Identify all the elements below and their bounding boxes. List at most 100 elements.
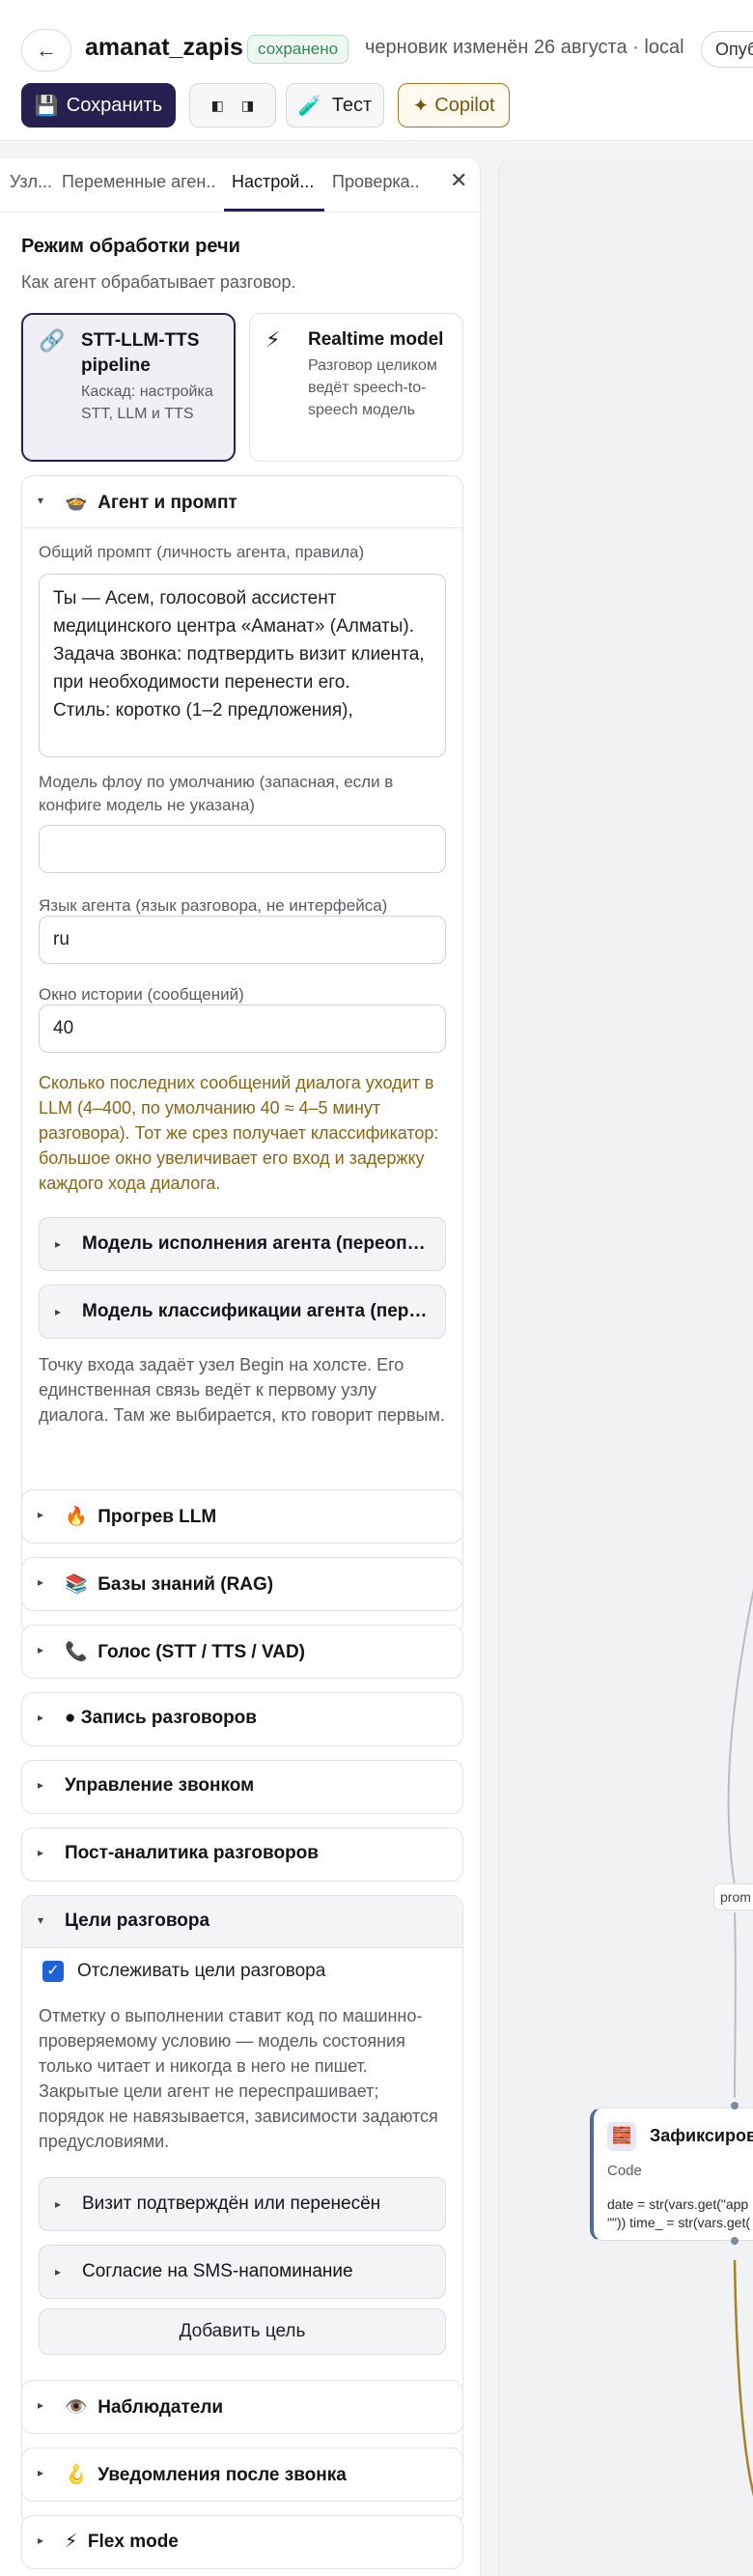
accordion-flex-mode[interactable]: ▸ ⚡ Flex mode [21,2515,463,2569]
accordion-call-control[interactable]: ▸ Управление звонком [21,1760,463,1814]
save-button[interactable]: 💾 Сохранить [21,83,176,127]
flow-canvas[interactable]: prom 🧱 Зафиксировать Code date = str(var… [498,158,753,2576]
accordion-label: ⚡ Flex mode [65,2531,179,2553]
prompt-textarea[interactable]: Ты — Асем, голосовой ассистент медицинск… [39,574,446,757]
publish-button[interactable]: Опубликовать [701,31,753,68]
track-goals-checkbox[interactable]: ✓ [42,1961,64,1982]
tab-agent-variables[interactable]: Переменные аген... [62,172,216,192]
accordion-header[interactable]: ▾ Цели разговора [22,1896,462,1948]
flow-model-input[interactable] [39,825,446,873]
accordion-label: 🔥 Прогрев LLM [65,1505,216,1528]
settings-panel: Узл... Переменные аген... Настрой... Про… [0,158,481,2576]
chevron-right-icon: ▸ [38,2398,44,2412]
node-code-line: "")) time_ = str(vars.get( [607,2215,751,2230]
edge-label[interactable]: prom [713,1883,753,1911]
draft-info: черновик изменён 26 августа · local [365,37,684,58]
chevron-down-icon: ▾ [38,1913,44,1927]
chevron-right-icon: ▸ [38,1846,44,1859]
mode-card-realtime[interactable]: ⚡ Realtime model Разговор целиком ведёт … [249,313,463,462]
top-bar: ← amanat_zapis сохранено черновик изменё… [0,0,753,141]
goal-item[interactable]: ▸ Согласие на SMS-напоминание [39,2245,446,2299]
chevron-right-icon: ▸ [38,1778,44,1792]
accordion-title: Flex mode [87,2532,179,2552]
node-title: Зафиксировать [650,2126,753,2145]
close-icon[interactable]: ✕ [450,168,467,193]
floppy-disk-icon: 💾 [34,95,59,117]
accordion-voice[interactable]: ▸ 📞 Голос (STT / TTS / VAD) [21,1625,463,1679]
accordion-title: Наблюдатели [98,2397,224,2418]
language-input[interactable]: ru [39,916,446,964]
accordion-recordings[interactable]: ▸ ● Запись разговоров [21,1692,463,1746]
accordion-llm-warmup[interactable]: ▸ 🔥 Прогрев LLM [21,1489,463,1543]
accordion-title: Базы знаний (RAG) [98,1574,274,1595]
history-input[interactable]: 40 [39,1005,446,1053]
layout-left-icon[interactable]: ◧ [211,98,224,114]
accordion-label: ● Запись разговоров [65,1708,257,1729]
accordion-title: Управление звонком [65,1775,255,1796]
test-tube-icon: 🧪 [297,95,322,117]
agent-title: amanat_zapis [85,34,243,61]
node-code-line: date = str(vars.get("app [607,2196,749,2212]
node-output-port[interactable] [731,2237,739,2245]
speech-mode-description: Как агент обрабатывает разговор. [21,272,296,292]
accordion-exec-model[interactable]: ▸ Модель исполнения агента (переопределе… [39,1217,446,1271]
speech-mode-title: Режим обработки речи [21,236,240,257]
chevron-right-icon: ▸ [55,1305,62,1318]
accordion-title: Уведомления после звонка [98,2465,347,2485]
accordion-knowledge-bases[interactable]: ▸ 📚 Базы знаний (RAG) [21,1557,463,1611]
mode-subtitle: Разговор целиком ведёт speech-to-speech … [308,357,437,418]
chevron-down-icon: ▾ [38,494,44,507]
mode-card-pipeline[interactable]: 🔗 STT-LLM-TTS pipeline Каскад: настройка… [21,313,236,462]
goal-item[interactable]: ▸ Визит подтверждён или перенесён [39,2177,446,2231]
history-help: Сколько последних сообщений диалога уход… [39,1073,439,1193]
save-label: Сохранить [66,94,163,116]
accordion-title: Голос (STT / TTS / VAD) [98,1642,306,1662]
node-input-port[interactable] [731,2102,739,2109]
active-tab-indicator [224,209,324,212]
arrow-left-icon: ← [36,38,57,62]
layout-right-icon[interactable]: ◨ [241,98,254,114]
brick-icon: 🧱 [607,2122,636,2151]
add-goal-button[interactable]: Добавить цель [39,2308,446,2355]
mode-subtitle: Каскад: настройка STT, LLM и TTS [81,383,213,422]
goals-help: Отметку о выполнении ставит код по машин… [39,2006,438,2151]
chevron-right-icon: ▸ [38,1711,44,1724]
goal-label: Согласие на SMS-напоминание [82,2261,353,2281]
accordion-label: Модель классификации агента (переопредел… [82,1301,435,1321]
accordion-class-model[interactable]: ▸ Модель классификации агента (переопред… [39,1285,446,1339]
test-button[interactable]: 🧪 Тест [286,83,384,127]
flow-node-code[interactable]: 🧱 Зафиксировать Code date = str(vars.get… [590,2108,753,2241]
copilot-label: Copilot [434,94,495,116]
accordion-title: Прогрев LLM [98,1507,217,1527]
accordion-observers[interactable]: ▸ 👁️ Наблюдатели [21,2380,463,2434]
mode-title: STT-LLM-TTS pipeline [81,330,200,376]
tab-nodes[interactable]: Узл... [10,172,54,192]
tab-validation[interactable]: Проверка... [332,172,421,192]
pot-icon: 🍲 [65,493,88,513]
panel-tabs: Узл... Переменные аген... Настрой... Про… [0,158,481,212]
lightning-icon: ⚡ [65,2532,78,2552]
accordion-title: Запись разговоров [80,1708,257,1728]
accordion-label: 👁️ Наблюдатели [65,2395,223,2419]
layout-toggle[interactable]: ◧ ◨ [189,83,276,127]
accordion-label: Модель исполнения агента (переопределени… [82,1233,435,1254]
tab-settings[interactable]: Настрой... [232,172,321,192]
chevron-right-icon: ▸ [38,2534,44,2547]
accordion-post-call-notifications[interactable]: ▸ 🪝 Уведомления после звонка [21,2448,463,2502]
accordion-title: Агент и промпт [98,493,237,513]
flow-edge [734,1911,737,2099]
phone-icon: 📞 [65,1642,88,1662]
node-type: Code [607,2163,642,2179]
accordion-label: 🍲 Агент и промпт [65,491,237,514]
accordion-post-analytics[interactable]: ▸ Пост-аналитика разговоров [21,1827,463,1882]
back-button[interactable]: ← [21,29,71,71]
mode-title: Realtime model [308,329,444,350]
eye-icon: 👁️ [65,2397,88,2418]
fire-icon: 🔥 [65,1507,88,1527]
accordion-label: 🪝 Уведомления после звонка [65,2463,347,2486]
copilot-button[interactable]: ✦ Copilot [398,83,510,127]
hook-icon: 🪝 [65,2465,88,2485]
accordion-header[interactable]: ▾ 🍲 Агент и промпт [22,476,462,528]
track-goals-label[interactable]: Отслеживать цели разговора [77,1961,325,1982]
accordion-label: 📚 Базы знаний (RAG) [65,1572,273,1596]
